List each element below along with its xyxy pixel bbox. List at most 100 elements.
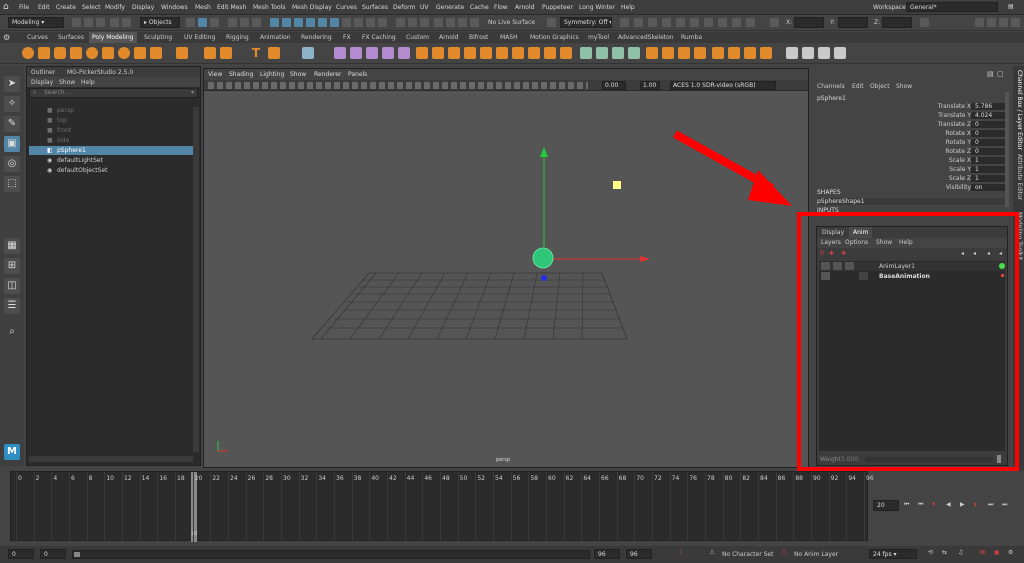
make-live-icon[interactable] [470,18,479,27]
step-back-frame-icon[interactable]: ⏴ [932,501,935,509]
light-locator[interactable] [613,181,621,189]
shelf-tab-arnold[interactable]: Arnold [439,34,458,41]
mirror-icon[interactable] [662,47,674,59]
sign-in-icon[interactable] [920,18,929,27]
viewport-menu-shading[interactable]: Shading [229,71,253,78]
anim-layer-icon[interactable]: ⎍ [782,549,786,557]
symmetry-dropdown[interactable]: Symmetry: Off ▾ [560,17,612,28]
menu-item-select[interactable]: Select [82,4,101,11]
shelf-tab-mash[interactable]: MASH [500,34,518,41]
menu-item-edit-mesh[interactable]: Edit Mesh [217,4,246,11]
reverse-normals-icon[interactable] [628,47,640,59]
scene-end-field[interactable]: 96 [626,549,652,559]
sculpt-brush-icon[interactable] [802,47,814,59]
outliner-item-front[interactable]: ■ front [29,126,193,135]
connect-icon[interactable] [544,47,556,59]
save-scene-icon[interactable] [96,18,105,27]
extrude-icon[interactable] [416,47,428,59]
platonic-solid-icon[interactable] [134,47,146,59]
symmetry-icon[interactable] [547,18,556,27]
snap-face-icon[interactable] [354,18,363,27]
viewport-menu-view[interactable]: View [208,71,222,78]
menu-item-curves[interactable]: Curves [336,4,357,11]
menu-item-mesh-display[interactable]: Mesh Display [292,4,332,11]
search-icon[interactable]: ⌕ [4,324,20,340]
audio-icon[interactable]: ♫ [958,549,963,556]
fill-hole-icon[interactable] [398,47,410,59]
panel-options-icon[interactable]: ▤ [987,70,994,78]
attr-value[interactable]: 5.786 [971,103,1007,110]
sound-icon[interactable]: ▣ [994,549,1000,556]
anim-layer-label[interactable]: No Anim Layer [794,551,838,558]
menu-item-puppeteer[interactable]: Puppeteer [542,4,573,11]
bridge-icon[interactable] [432,47,444,59]
channelbox-menu-edit[interactable]: Edit [852,83,864,90]
menu-item-mesh[interactable]: Mesh [195,4,211,11]
merge-icon[interactable] [480,47,492,59]
shelf-tab-fx-caching[interactable]: FX Caching [362,34,396,41]
shelf-tab-uv-editing[interactable]: UV Editing [184,34,215,41]
shelf-tab-surfaces[interactable]: Surfaces [58,34,84,41]
arnold-ipr-icon[interactable] [732,18,741,27]
attr-value[interactable]: 0 [971,139,1007,146]
outliner-item-side[interactable]: ■ side [29,136,193,145]
attribute-editor-tab[interactable]: Attribute Editor [1014,154,1023,200]
channelbox-scrollbar[interactable] [1005,92,1009,207]
separate-icon[interactable] [350,47,362,59]
workspace-lock-icon[interactable]: ▤ [1008,3,1014,10]
pencil-icon[interactable] [818,47,830,59]
poly-disc-icon[interactable] [118,47,130,59]
input-output-icon[interactable] [408,18,417,27]
outliner-layout-icon[interactable]: ☰ [4,298,20,314]
shelf-tab-rendering[interactable]: Rendering [301,34,332,41]
snap-pivot-icon[interactable] [378,18,387,27]
ipr-render-icon[interactable] [648,18,657,27]
open-scene-icon[interactable] [84,18,93,27]
rotate-tool-icon[interactable]: ◎ [4,156,20,172]
undo-icon[interactable] [110,18,119,27]
shelf-tab-custom[interactable]: Custom [406,34,429,41]
light-editor-icon[interactable] [704,18,713,27]
combine-icon[interactable] [334,47,346,59]
outliner-item-defaultobjectset[interactable]: ◉ defaultObjectSet [29,166,193,175]
snap-vertex-icon[interactable] [330,18,339,27]
shape-node-name[interactable]: pSphereShape1 [817,198,1007,205]
step-forward-frame-icon[interactable]: ⏵ [974,501,977,509]
snap-curve-icon[interactable] [282,18,291,27]
mask-edge-icon[interactable] [240,18,249,27]
attr-translate-y[interactable]: Translate Y 4.024 [813,112,1009,120]
outliner-item-psphere1[interactable]: ◧ pSphere1 [29,146,193,155]
transform-y-field[interactable] [838,17,868,28]
auto-key-icon[interactable]: ⟟ [680,549,682,557]
snap-projected-icon[interactable] [366,18,375,27]
character-set-icon[interactable]: ⎍ [710,549,714,557]
play-backwards-icon[interactable]: ◀ [946,501,951,508]
attr-translate-z[interactable]: Translate Z0 [813,121,1009,129]
text-icon[interactable]: T [250,47,262,59]
hypershade-icon[interactable] [676,18,685,27]
channelbox-object-name[interactable]: pSphere1 [817,95,846,102]
menu-item-modify[interactable]: Modify [105,4,125,11]
shelf-tab-fx[interactable]: FX [343,34,351,41]
viewport-menu-panels[interactable]: Panels [348,71,367,78]
menu-item-generate[interactable]: Generate [436,4,464,11]
uv-planar-icon[interactable] [728,47,740,59]
render-view-icon[interactable] [620,18,629,27]
animation-preferences-icon[interactable]: ⚙ [1008,549,1013,556]
loop-icon[interactable]: ⟲ [928,549,933,556]
attr-value[interactable]: 0 [971,121,1007,128]
playback-start-field[interactable]: 0 [40,549,66,559]
menu-item-mesh-tools[interactable]: Mesh Tools [253,4,285,11]
attr-value[interactable]: on [971,184,1007,191]
super-shape-icon[interactable] [150,47,162,59]
extract-icon[interactable] [382,47,394,59]
color-space-dropdown[interactable]: ACES 1.0 SDR-video (sRGB) [670,81,776,90]
paint-brush-icon[interactable] [786,47,798,59]
select-tool-icon[interactable]: ➤ [4,76,20,92]
menu-item-edit[interactable]: Edit [38,4,50,11]
exposure-field[interactable]: 0.00 [602,81,626,90]
move-manipulator-x-arrow[interactable] [640,256,650,262]
attr-rotate-x[interactable]: Rotate X0 [813,130,1009,138]
snap-view-plane-icon[interactable] [306,18,315,27]
attr-value[interactable]: 1 [971,157,1007,164]
